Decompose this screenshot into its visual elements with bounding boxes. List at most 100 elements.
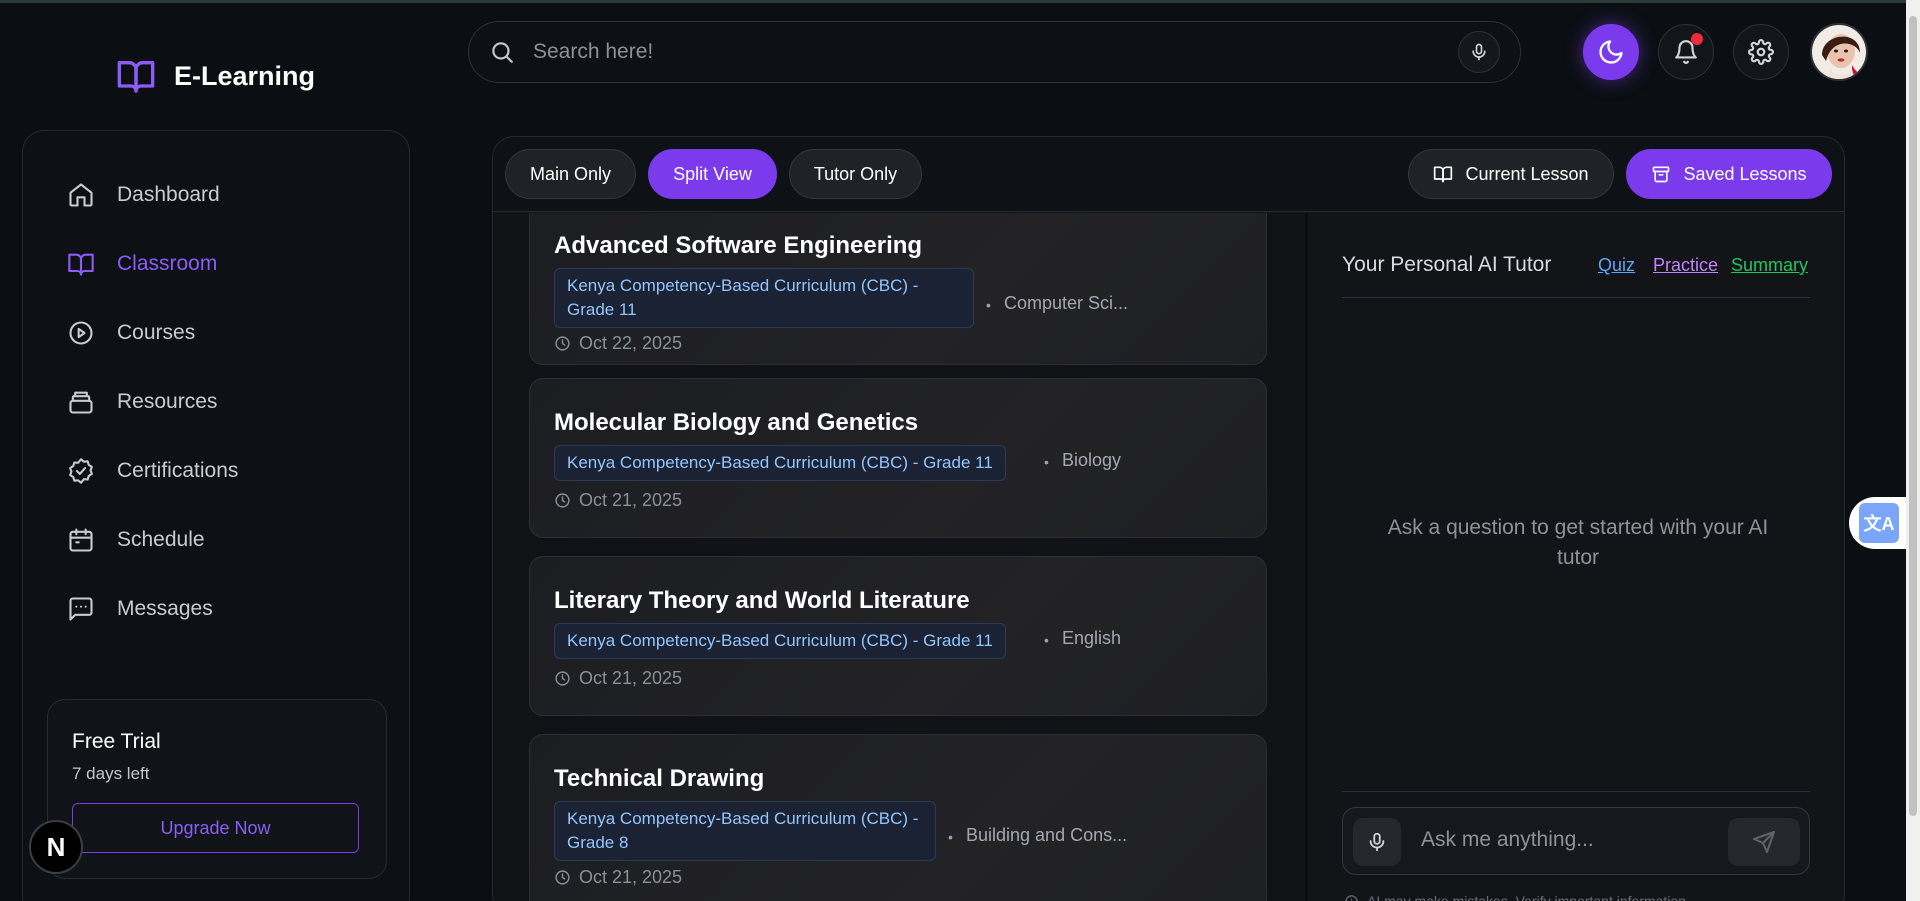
stack-icon [69, 391, 93, 414]
play-circle-icon [69, 321, 93, 345]
curriculum-tag: Kenya Competency-Based Curriculum (CBC) … [554, 268, 974, 328]
theme-toggle-button[interactable] [1583, 24, 1639, 80]
saved-lessons-button[interactable]: Saved Lessons [1626, 149, 1832, 199]
curriculum-tag: Kenya Competency-Based Curriculum (CBC) … [554, 445, 1006, 481]
view-toolbar: Main Only Split View Tutor Only Current … [493, 137, 1844, 212]
lesson-date-text: Oct 21, 2025 [579, 867, 683, 887]
clock-icon [555, 671, 570, 686]
sidebar-item-dashboard[interactable]: Dashboard [67, 181, 220, 209]
lesson-list: Advanced Software Engineering Kenya Comp… [493, 213, 1305, 901]
search-icon [492, 42, 513, 63]
divider [1342, 791, 1810, 792]
lesson-title: Literary Theory and World Literature [554, 587, 970, 614]
trial-title: Free Trial [72, 730, 161, 753]
sidebar-item-schedule[interactable]: Schedule [67, 526, 205, 554]
summary-link[interactable]: Summary [1731, 255, 1808, 276]
split-view-button[interactable]: Split View [648, 149, 777, 199]
lesson-card[interactable]: Literary Theory and World Literature Ken… [529, 556, 1267, 716]
lesson-title: Technical Drawing [554, 765, 765, 792]
separator-dot: • [986, 297, 991, 313]
clock-icon [555, 493, 570, 508]
search-input[interactable] [533, 40, 1458, 64]
page-scrollbar[interactable] [1906, 0, 1920, 901]
lesson-title: Advanced Software Engineering [554, 232, 923, 259]
sidebar-item-certifications[interactable]: Certifications [67, 457, 238, 485]
archive-icon [1653, 166, 1670, 183]
sidebar-item-label: Classroom [117, 252, 218, 275]
ai-tutor-pane: Your Personal AI Tutor Quiz Practice Sum… [1305, 213, 1844, 901]
browser-top-line [0, 0, 1920, 3]
saved-lessons-label: Saved Lessons [1683, 163, 1807, 184]
microphone-icon [1472, 43, 1486, 61]
avatar-image [1812, 25, 1866, 79]
gear-icon [1748, 39, 1774, 65]
lesson-date-text: Oct 21, 2025 [579, 490, 683, 510]
main-only-button[interactable]: Main Only [505, 149, 636, 199]
lesson-date: Oct 22, 2025 [554, 333, 682, 354]
sidebar-item-messages[interactable]: Messages [67, 595, 213, 623]
app-name: E-Learning [174, 60, 316, 91]
sidebar-item-label: Dashboard [117, 183, 220, 206]
clock-icon [555, 870, 570, 885]
lesson-date-text: Oct 21, 2025 [579, 668, 683, 688]
translate-widget[interactable]: 文A [1849, 497, 1909, 549]
badge-check-icon [69, 458, 93, 484]
microphone-icon [1369, 832, 1385, 852]
lesson-subject: Building and Cons... [966, 825, 1128, 845]
lesson-card[interactable]: Technical Drawing Kenya Competency-Based… [529, 734, 1267, 901]
scroll-thumb[interactable] [1909, 16, 1917, 816]
sidebar-item-classroom[interactable]: Classroom [67, 250, 217, 278]
sidebar-item-courses[interactable]: Courses [67, 319, 195, 347]
lesson-date-text: Oct 22, 2025 [579, 333, 683, 353]
tutor-empty-state: Ask a question to get started with your … [1387, 516, 1769, 569]
lesson-card[interactable]: Molecular Biology and Genetics Kenya Com… [529, 378, 1267, 538]
notifications-button[interactable] [1658, 24, 1714, 80]
sidebar-item-resources[interactable]: Resources [67, 388, 217, 416]
nextjs-dev-badge[interactable]: N [29, 820, 83, 874]
divider [1342, 297, 1810, 298]
lesson-card[interactable]: Advanced Software Engineering Kenya Comp… [529, 213, 1267, 365]
sidebar-item-label: Resources [117, 390, 218, 413]
ai-disclaimer: AI may make mistakes. Verify important i… [1344, 893, 1690, 901]
user-avatar[interactable] [1810, 23, 1868, 81]
sidebar-item-label: Courses [117, 321, 196, 344]
home-icon [69, 183, 93, 207]
search-bar [468, 21, 1521, 83]
classroom-panel: Main Only Split View Tutor Only Current … [492, 136, 1845, 901]
free-trial-card: Free Trial 7 days left Upgrade Now [47, 699, 387, 879]
book-open-icon [117, 61, 155, 93]
ask-tutor-input[interactable] [1421, 828, 1711, 852]
trial-days-left: 7 days left [72, 764, 150, 783]
sidebar-item-label: Certifications [117, 459, 239, 482]
separator-dot: • [1044, 454, 1049, 470]
lesson-date: Oct 21, 2025 [554, 490, 682, 511]
current-lesson-button[interactable]: Current Lesson [1408, 149, 1614, 199]
send-button[interactable] [1728, 818, 1800, 866]
lesson-subject: English [1062, 628, 1122, 648]
sidebar-item-label: Schedule [117, 528, 205, 551]
notification-dot [1691, 33, 1703, 45]
book-open-icon [68, 253, 94, 276]
lesson-date: Oct 21, 2025 [554, 668, 682, 689]
quiz-link[interactable]: Quiz [1598, 255, 1635, 276]
voice-input-button[interactable] [1353, 818, 1401, 866]
sidebar-item-label: Messages [117, 597, 213, 620]
settings-button[interactable] [1733, 24, 1789, 80]
current-lesson-label: Current Lesson [1465, 163, 1589, 184]
sidebar: Dashboard Classroom Courses Resources Ce… [22, 130, 410, 901]
lesson-title: Molecular Biology and Genetics [554, 409, 919, 436]
separator-dot: • [1044, 632, 1049, 648]
app-logo[interactable]: E-Learning [114, 56, 315, 96]
upgrade-now-button[interactable]: Upgrade Now [72, 803, 359, 853]
info-icon [1345, 894, 1358, 901]
lesson-subject: Computer Sci... [1004, 293, 1129, 313]
curriculum-tag: Kenya Competency-Based Curriculum (CBC) … [554, 801, 936, 861]
practice-link[interactable]: Practice [1653, 255, 1718, 276]
voice-search-button[interactable] [1458, 31, 1500, 73]
ask-tutor-box [1342, 807, 1810, 875]
moon-icon [1599, 40, 1623, 64]
tutor-only-button[interactable]: Tutor Only [789, 149, 922, 199]
book-open-icon [1434, 166, 1453, 183]
tutor-title: Your Personal AI Tutor [1342, 253, 1552, 276]
send-icon [1753, 831, 1775, 853]
